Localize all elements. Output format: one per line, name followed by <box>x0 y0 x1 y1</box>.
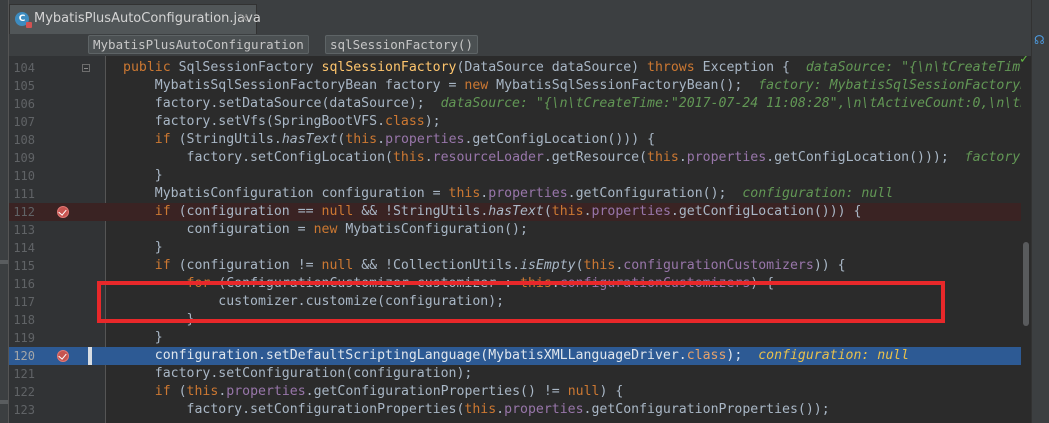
code-text: factory.setVfs(SpringBootVFS.class); <box>123 114 441 129</box>
close-icon[interactable]: × <box>239 11 249 25</box>
code-line[interactable]: 113 configuration = new MybatisConfigura… <box>9 221 1021 239</box>
code-text: factory.setConfiguration(configuration); <box>123 366 473 381</box>
line-number: 107 <box>13 115 35 129</box>
code-text: if (configuration != null && !Collection… <box>154 258 846 273</box>
code-text: MybatisConfiguration configuration = thi… <box>123 186 894 201</box>
java-class-icon: C <box>15 12 32 28</box>
code-text: if (StringUtils.hasText(this.properties.… <box>154 132 656 147</box>
code-line[interactable]: 119 } <box>9 329 1021 347</box>
code-line[interactable]: 120 configuration.setDefaultScriptingLan… <box>9 347 1021 365</box>
left-tool-strip <box>0 0 9 423</box>
line-number: 121 <box>13 367 35 381</box>
editor-tab-bar: C MybatisPlusAutoConfiguration.java × <box>9 0 1031 35</box>
left-strip-marker <box>0 260 8 264</box>
code-text: } <box>123 168 163 183</box>
tab-label: MybatisPlusAutoConfiguration.java <box>34 11 261 26</box>
editor-tab[interactable]: C MybatisPlusAutoConfiguration.java × <box>9 4 261 34</box>
line-number: 113 <box>13 223 35 237</box>
line-number: 105 <box>13 79 35 93</box>
code-text: public SqlSessionFactory sqlSessionFacto… <box>123 60 1029 75</box>
line-number: 122 <box>13 385 35 399</box>
code-text: factory.setDataSource(dataSource); dataS… <box>123 96 1029 111</box>
code-line[interactable]: 115 if (configuration != null && !Collec… <box>9 257 1021 275</box>
execution-point-marker <box>88 347 92 365</box>
code-line[interactable]: 106 factory.setDataSource(dataSource); d… <box>9 95 1028 113</box>
code-line[interactable]: 123 factory.setConfigurationProperties(t… <box>9 401 1021 419</box>
code-text: if (this.properties.getConfigurationProp… <box>154 384 624 399</box>
line-number: 106 <box>13 97 35 111</box>
line-number: 120 <box>13 349 35 363</box>
code-line[interactable]: 117 customizer.customize(configuration); <box>9 293 1021 311</box>
code-text: } <box>123 312 195 327</box>
code-line[interactable]: 114 } <box>9 239 1021 257</box>
code-line[interactable]: 105 MybatisSqlSessionFactoryBean factory… <box>9 77 1028 95</box>
line-number: 123 <box>13 403 35 417</box>
line-number: 114 <box>13 241 35 255</box>
line-number: 118 <box>13 313 35 327</box>
code-text: configuration.setDefaultScriptingLanguag… <box>123 348 910 363</box>
code-line[interactable]: 110 } <box>9 167 1021 185</box>
left-strip-marker <box>0 400 8 404</box>
code-text: factory.setConfigLocation(this.resourceL… <box>123 150 1029 165</box>
code-line[interactable]: 118 } <box>9 311 1021 329</box>
line-number: 109 <box>13 151 35 165</box>
code-line[interactable]: 116 for (ConfigurationCustomizer customi… <box>9 275 1021 293</box>
code-line[interactable]: 111 MybatisConfiguration configuration =… <box>9 185 1021 203</box>
code-line[interactable]: 108 if (StringUtils.hasText(this.propert… <box>9 131 1021 149</box>
line-number: 115 <box>13 259 35 273</box>
code-text: } <box>123 240 163 255</box>
code-line[interactable]: 121 factory.setConfiguration(configurati… <box>9 365 1021 383</box>
line-number: 119 <box>13 331 35 345</box>
breakpoint-icon[interactable] <box>57 206 69 218</box>
line-number: 110 <box>13 169 35 183</box>
line-number: 116 <box>13 277 35 291</box>
breakpoint-icon[interactable] <box>57 350 69 362</box>
code-line[interactable]: 122 if (this.properties.getConfiguration… <box>9 383 1021 401</box>
code-text: factory.setConfigurationProperties(this.… <box>123 402 830 417</box>
line-number: 117 <box>13 295 35 309</box>
vertical-scrollbar[interactable] <box>1021 56 1031 423</box>
code-text: } <box>123 330 163 345</box>
line-number: 104 <box>13 61 35 75</box>
inspection-ok-icon: ✓ <box>1019 56 1030 67</box>
code-line[interactable]: 109 factory.setConfigLocation(this.resou… <box>9 149 1028 167</box>
line-number: 111 <box>13 187 35 201</box>
fold-icon[interactable] <box>82 64 90 72</box>
code-editor[interactable]: 104 public SqlSessionFactory sqlSessionFa… <box>9 56 1031 423</box>
code-text: customizer.customize(configuration); <box>123 294 505 309</box>
right-tool-strip: ☊ <box>1031 0 1049 423</box>
code-line[interactable]: 107 factory.setVfs(SpringBootVFS.class); <box>9 113 1021 131</box>
breadcrumb-method[interactable]: sqlSessionFactory() <box>325 35 478 54</box>
code-text: for (ConfigurationCustomizer customizer … <box>186 276 775 291</box>
code-line[interactable]: 112 if (configuration == null && !String… <box>9 203 1021 221</box>
line-number: 108 <box>13 133 35 147</box>
breadcrumb-class[interactable]: MybatisPlusAutoConfiguration <box>88 35 309 54</box>
maven-refresh-icon[interactable]: ☊ <box>1034 33 1045 47</box>
code-text: configuration = new MybatisConfiguration… <box>123 222 528 237</box>
scrollbar-thumb[interactable] <box>1023 242 1029 326</box>
code-text: MybatisSqlSessionFactoryBean factory = n… <box>123 78 1029 93</box>
code-line[interactable]: 104 public SqlSessionFactory sqlSessionFa… <box>9 59 1028 77</box>
code-text: if (configuration == null && !StringUtil… <box>154 204 862 219</box>
breadcrumb: MybatisPlusAutoConfiguration sqlSessionF… <box>9 34 1031 56</box>
line-number: 112 <box>13 205 35 219</box>
